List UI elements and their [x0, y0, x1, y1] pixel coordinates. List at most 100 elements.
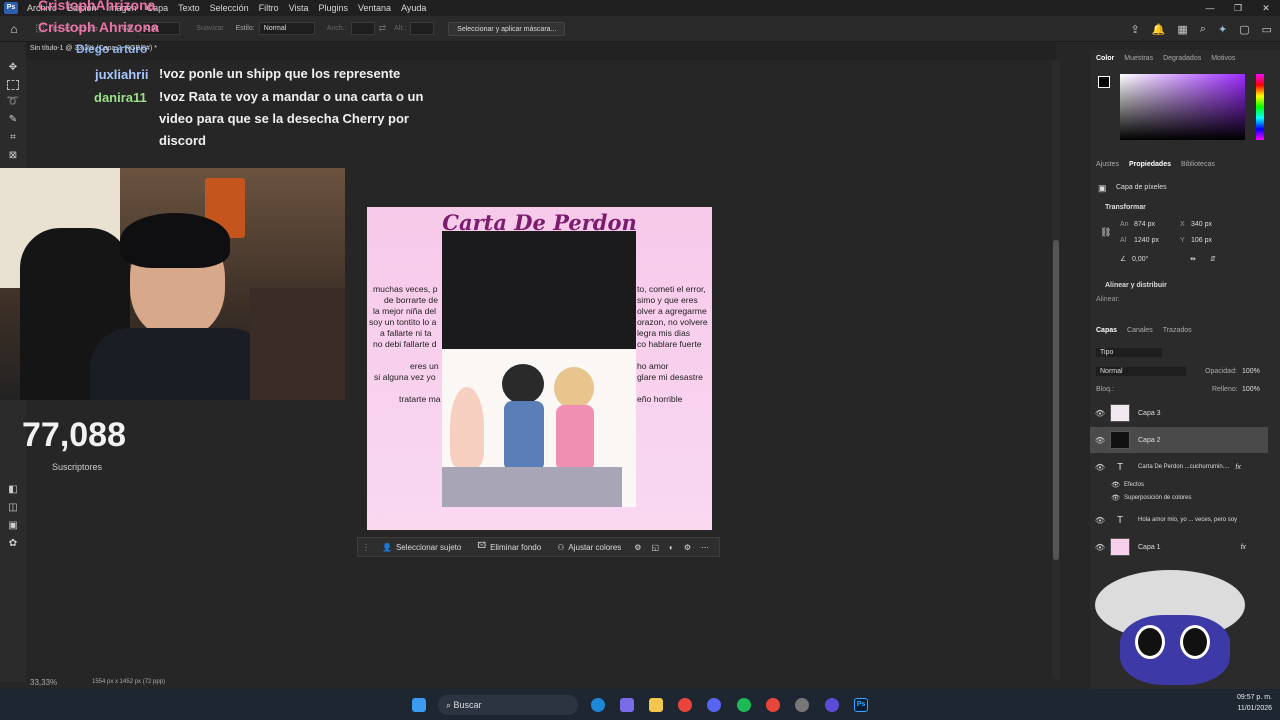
taskbar-search[interactable]: ⌕ Buscar	[438, 695, 578, 715]
chrome-2-icon[interactable]	[766, 698, 780, 712]
layer-name[interactable]: Capa 2	[1138, 437, 1161, 444]
photoshop-taskbar-icon[interactable]: Ps	[854, 698, 868, 712]
tab-canales[interactable]: Canales	[1127, 327, 1153, 334]
notifications-icon[interactable]: 🔔	[1152, 23, 1166, 36]
fx-icon[interactable]: fx	[1241, 544, 1246, 551]
tab-muestras[interactable]: Muestras	[1124, 55, 1153, 62]
width-field[interactable]	[350, 22, 375, 35]
vertical-scroll-thumb[interactable]	[1053, 240, 1059, 560]
visibility-eye-icon[interactable]: 👁	[1090, 516, 1110, 525]
quick-mask-icon[interactable]: ◫	[6, 502, 20, 514]
extras-icon[interactable]: ✿	[6, 538, 20, 550]
adjust-colors-button[interactable]: ⚇ Ajustar colores	[549, 543, 629, 552]
layer-row[interactable]: 👁 Capa 3	[1090, 400, 1268, 426]
maximize-icon[interactable]: ❐	[1224, 3, 1252, 14]
tab-degradados[interactable]: Degradados	[1163, 55, 1201, 62]
select-and-mask-button[interactable]: Seleccionar y aplicar máscara...	[448, 21, 566, 36]
tab-trazados[interactable]: Trazados	[1163, 327, 1192, 334]
antialias-checkbox[interactable]: Suavizar	[196, 25, 223, 32]
menu-filtro[interactable]: Filtro	[254, 3, 284, 13]
spotify-icon[interactable]	[737, 698, 751, 712]
lasso-tool-icon[interactable]: ➰	[6, 96, 20, 108]
adjust-icon[interactable]: ⚙	[679, 543, 696, 552]
tab-capas[interactable]: Capas	[1096, 327, 1117, 334]
settings-icon[interactable]	[795, 698, 809, 712]
layer-row[interactable]: 👁 Capa 1 fx	[1090, 534, 1268, 560]
file-explorer-icon[interactable]	[649, 698, 663, 712]
layer-name[interactable]: Capa 3	[1138, 410, 1161, 417]
transform-heading[interactable]: Transformar	[1105, 204, 1146, 211]
vertical-scrollbar[interactable]	[1052, 60, 1060, 680]
x-value[interactable]: 340 px	[1191, 221, 1212, 228]
screen-mode-icon[interactable]: ▣	[6, 520, 20, 532]
visibility-eye-icon[interactable]: 👁	[1090, 543, 1110, 552]
brush-tool-icon[interactable]: ✎	[6, 114, 20, 126]
angle-value[interactable]: 0,00°	[1132, 256, 1148, 263]
menu-seleccion[interactable]: Selección	[205, 3, 254, 13]
canvas-document[interactable]: Carta De Perdon muchas veces, p de borra…	[367, 207, 712, 530]
panel-icon[interactable]: ▢	[1239, 23, 1249, 36]
move-tool-icon[interactable]: ✥	[6, 62, 20, 74]
visibility-eye-icon[interactable]: 👁	[1090, 463, 1110, 472]
select-subject-button[interactable]: 👤 Seleccionar sujeto	[374, 543, 469, 552]
crop-tool-icon[interactable]: ⌗	[6, 132, 20, 144]
effect-eye-icon[interactable]: 👁	[1090, 494, 1124, 502]
layer-name[interactable]: Carta De Perdon ...cuchurrumin....	[1138, 464, 1229, 470]
fx-icon[interactable]: fx	[1235, 464, 1240, 471]
color-picker-field[interactable]	[1120, 74, 1245, 140]
edge-icon[interactable]	[591, 698, 605, 712]
layer-name[interactable]: Capa 1	[1138, 544, 1161, 551]
frame-tool-icon[interactable]: ⊠	[6, 150, 20, 162]
drag-handle-icon[interactable]: ⋮	[358, 543, 374, 552]
tab-bibliotecas[interactable]: Bibliotecas	[1181, 161, 1215, 168]
share-icon[interactable]: ⇪	[1130, 23, 1139, 36]
chrome-icon[interactable]	[678, 698, 692, 712]
home-icon[interactable]: ⌂	[0, 22, 28, 36]
tab-propiedades[interactable]: Propiedades	[1129, 161, 1171, 168]
swap-icon[interactable]: ⇄	[379, 23, 387, 34]
width-value[interactable]: 874 px	[1134, 221, 1155, 228]
circle-icon[interactable]: ◐	[664, 543, 679, 552]
minimize-icon[interactable]: —	[1196, 3, 1224, 13]
zoom-level[interactable]: 33,33%	[30, 678, 57, 687]
workspace-icon[interactable]: ▭	[1262, 23, 1272, 36]
transform-icon[interactable]: ◱	[646, 543, 664, 552]
grid-icon[interactable]: ▦	[1177, 23, 1187, 36]
effect-row[interactable]: 👁 Superposición de colores	[1090, 491, 1268, 505]
discord-icon[interactable]	[707, 698, 721, 712]
menu-texto[interactable]: Texto	[173, 3, 205, 13]
tab-motivos[interactable]: Motivos	[1211, 55, 1235, 62]
layer-row[interactable]: 👁 Capa 2	[1090, 427, 1268, 453]
color-swatch-icon[interactable]: ◧	[6, 484, 20, 496]
link-icon[interactable]: ⛓	[1100, 227, 1111, 238]
copilot-icon[interactable]	[620, 698, 634, 712]
visibility-eye-icon[interactable]: 👁	[1090, 409, 1110, 418]
fill-value[interactable]: 100%	[1242, 386, 1260, 393]
hue-slider[interactable]	[1256, 74, 1264, 140]
foreground-color-swatch[interactable]	[1098, 76, 1110, 88]
height-value[interactable]: 1240 px	[1134, 237, 1159, 244]
menu-plugins[interactable]: Plugins	[314, 3, 354, 13]
discover-icon[interactable]: ✦	[1218, 23, 1227, 36]
close-icon[interactable]: ✕	[1252, 3, 1280, 14]
y-value[interactable]: 106 px	[1191, 237, 1212, 244]
tab-ajustes[interactable]: Ajustes	[1096, 161, 1119, 168]
search-icon[interactable]: ⌕	[1200, 23, 1206, 36]
flip-horizontal-icon[interactable]: ⇹	[1190, 255, 1196, 263]
app-icon[interactable]	[825, 698, 839, 712]
windows-start-icon[interactable]	[412, 698, 426, 712]
blend-mode-select[interactable]: Normal	[1096, 367, 1186, 376]
effects-row[interactable]: 👁 Efectos	[1090, 478, 1268, 492]
settings-icon[interactable]: ⚙	[629, 543, 646, 552]
visibility-eye-icon[interactable]: 👁	[1090, 436, 1110, 445]
layer-row[interactable]: 👁 T Hola amor mio, yo ... veces, pero so…	[1090, 507, 1268, 533]
layer-row[interactable]: 👁 T Carta De Perdon ...cuchurrumin.... f…	[1090, 454, 1268, 480]
menu-vista[interactable]: Vista	[284, 3, 314, 13]
layer-name[interactable]: Hola amor mio, yo ... veces, pero soy	[1138, 517, 1237, 523]
flip-vertical-icon[interactable]: ⇵	[1210, 255, 1216, 263]
opacity-value[interactable]: 100%	[1242, 368, 1260, 375]
align-heading[interactable]: Alinear y distribuir	[1105, 282, 1167, 289]
height-field[interactable]	[410, 22, 435, 35]
layer-filter-select[interactable]: Tipo	[1096, 348, 1162, 357]
style-select[interactable]: Normal	[258, 22, 315, 35]
